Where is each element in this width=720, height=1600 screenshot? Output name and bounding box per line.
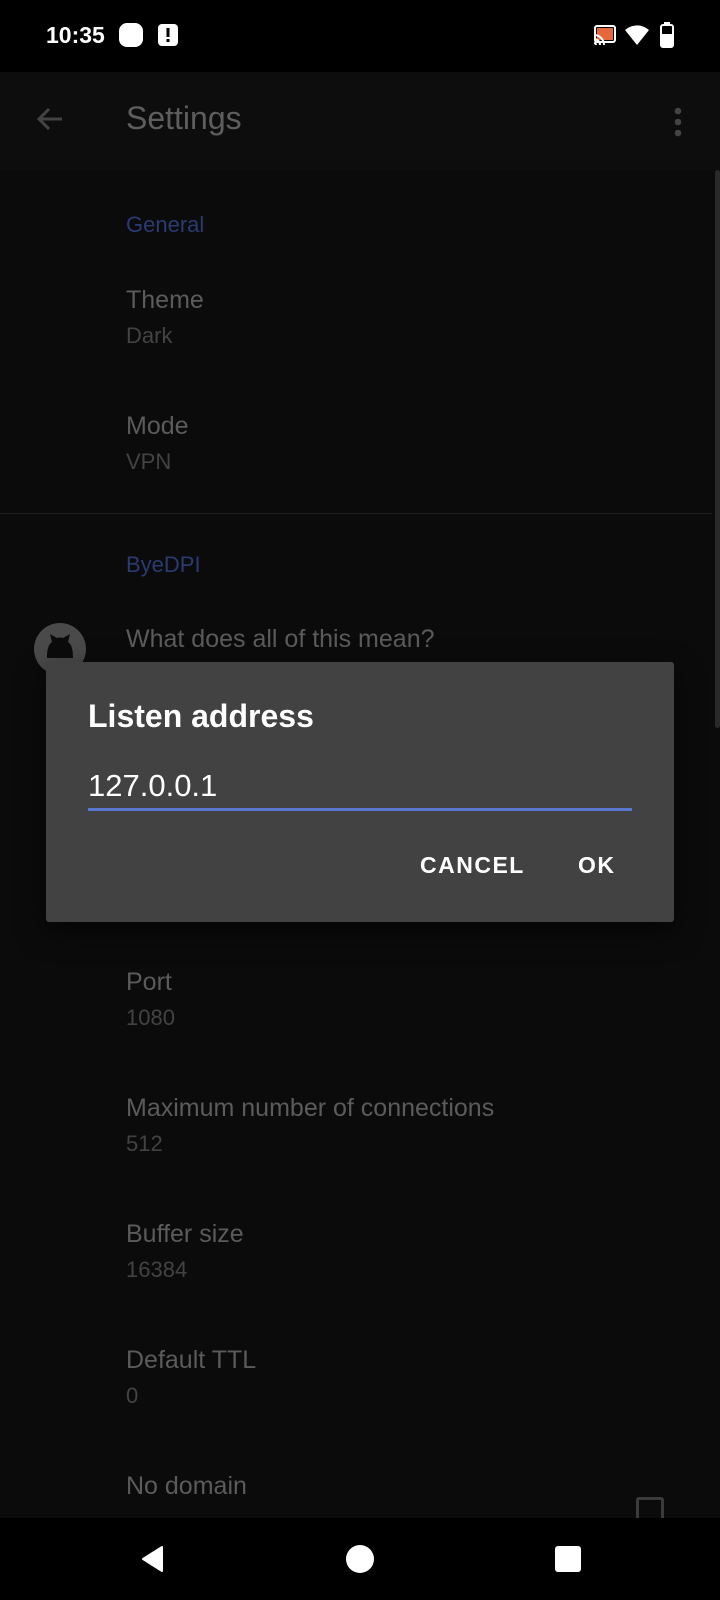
pref-max-connections-title: Maximum number of connections — [126, 1094, 495, 1122]
category-general: General — [126, 212, 205, 237]
pref-mode-title: Mode — [126, 412, 189, 440]
pref-default-ttl-value: 0 — [126, 1383, 139, 1408]
dialog-title: Listen address — [88, 698, 314, 734]
pref-theme-title: Theme — [126, 286, 204, 314]
nav-recents-button[interactable] — [543, 1534, 593, 1584]
home-circle-icon — [346, 1545, 374, 1573]
page-title: Settings — [126, 100, 242, 136]
pref-port-title: Port — [126, 968, 172, 996]
more-vertical-icon — [674, 107, 682, 137]
recents-square-icon — [555, 1546, 581, 1572]
divider — [0, 513, 712, 514]
pref-mode-value: VPN — [126, 449, 172, 474]
no-domain-checkbox[interactable] — [636, 1497, 664, 1518]
wifi-icon — [624, 24, 650, 51]
category-byedpi: ByeDPI — [126, 552, 201, 577]
pref-theme-value: Dark — [126, 323, 173, 348]
ok-button[interactable]: OK — [570, 842, 624, 889]
overflow-menu-button[interactable] — [658, 98, 698, 146]
cast-icon — [593, 24, 617, 51]
navigation-bar — [0, 1518, 720, 1600]
nav-back-button[interactable] — [128, 1534, 178, 1584]
status-bar: 10:35 — [0, 0, 720, 72]
back-triangle-icon — [142, 1546, 163, 1572]
pref-no-domain-title: No domain — [126, 1472, 247, 1500]
notification-app-icon — [118, 22, 144, 53]
pref-buffer-size-title: Buffer size — [126, 1220, 244, 1248]
pref-buffer-size-value: 16384 — [126, 1257, 188, 1282]
status-time: 10:35 — [46, 22, 105, 48]
scrollbar[interactable] — [715, 170, 720, 728]
cancel-button[interactable]: CANCEL — [412, 842, 533, 889]
alert-icon — [156, 22, 180, 53]
pref-port-value: 1080 — [126, 1005, 175, 1030]
battery-icon — [660, 22, 674, 53]
pref-help-title: What does all of this mean? — [126, 625, 435, 653]
arrow-left-icon — [36, 107, 62, 131]
pref-max-connections-value: 512 — [126, 1131, 163, 1156]
back-button[interactable] — [26, 95, 74, 143]
listen-address-input[interactable] — [88, 764, 632, 811]
pref-default-ttl-title: Default TTL — [126, 1346, 257, 1374]
nav-home-button[interactable] — [335, 1534, 385, 1584]
app-bar: Settings — [0, 72, 720, 170]
listen-address-dialog: Listen address CANCEL OK — [46, 662, 674, 922]
